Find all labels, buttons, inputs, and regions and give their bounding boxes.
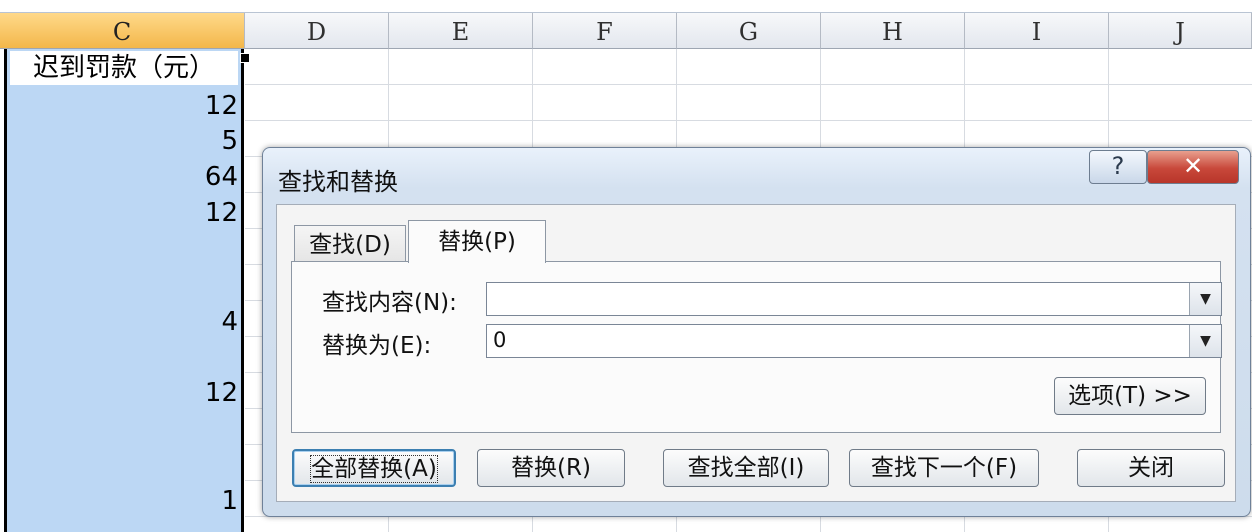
column-headers: C D E F G H I J: [0, 13, 1252, 49]
replace-with-input[interactable]: 0: [493, 328, 506, 352]
find-what-combo[interactable]: ▼: [486, 282, 1222, 316]
close-icon: ✕: [1182, 152, 1204, 180]
tab-find[interactable]: 查找(D): [294, 225, 406, 261]
replace-all-label: 全部替换(A): [310, 455, 438, 483]
replace-tab-content: 查找内容(N): ▼ 替换为(E): 0 ▼ 选项(T) >>: [291, 261, 1222, 433]
column-header-i[interactable]: I: [965, 13, 1109, 49]
find-next-button[interactable]: 查找下一个(F): [849, 449, 1039, 487]
close-button[interactable]: 关闭: [1077, 449, 1225, 487]
column-header-h[interactable]: H: [821, 13, 965, 49]
cell-c-value[interactable]: 5: [10, 124, 238, 158]
tab-replace[interactable]: 替换(P): [408, 220, 546, 263]
fill-handle[interactable]: [240, 53, 250, 63]
cell-c-header[interactable]: 迟到罚款（元）: [10, 51, 238, 85]
cell-c-value[interactable]: 64: [10, 160, 238, 194]
dialog-body: 查找(D) 替换(P) 查找内容(N): ▼ 替换为(E): 0 ▼ 选项(T)…: [276, 204, 1236, 502]
replace-with-combo[interactable]: 0 ▼: [486, 324, 1222, 358]
find-what-label: 查找内容(N):: [322, 290, 457, 316]
help-button[interactable]: ?: [1089, 150, 1147, 184]
cell-c-value[interactable]: 12: [10, 89, 238, 123]
chevron-down-icon[interactable]: ▼: [1189, 283, 1221, 315]
cell-c-value[interactable]: 12: [10, 376, 238, 410]
column-header-f[interactable]: F: [533, 13, 677, 49]
close-window-button[interactable]: ✕: [1147, 150, 1239, 184]
replace-all-button[interactable]: 全部替换(A): [292, 449, 456, 487]
cell-c-value[interactable]: 4: [10, 305, 238, 339]
chevron-down-icon[interactable]: ▼: [1189, 325, 1221, 357]
cell-c-value[interactable]: 12: [10, 196, 238, 230]
find-replace-dialog: 查找和替换 ? ✕ 查找(D) 替换(P) 查找内容(N): ▼ 替换为(E):…: [262, 147, 1251, 517]
replace-with-label: 替换为(E):: [322, 333, 432, 359]
column-header-g[interactable]: G: [677, 13, 821, 49]
formula-bar-strip: [0, 0, 1252, 13]
column-header-j[interactable]: J: [1109, 13, 1252, 49]
help-icon: ?: [1111, 152, 1125, 180]
column-header-d[interactable]: D: [245, 13, 389, 49]
find-all-button[interactable]: 查找全部(I): [663, 449, 829, 487]
column-header-c[interactable]: C: [0, 13, 245, 49]
cell-c-value[interactable]: 1: [10, 484, 238, 518]
dialog-title: 查找和替换: [278, 168, 398, 196]
column-header-e[interactable]: E: [389, 13, 533, 49]
options-button[interactable]: 选项(T) >>: [1054, 377, 1206, 415]
replace-button[interactable]: 替换(R): [477, 449, 625, 487]
